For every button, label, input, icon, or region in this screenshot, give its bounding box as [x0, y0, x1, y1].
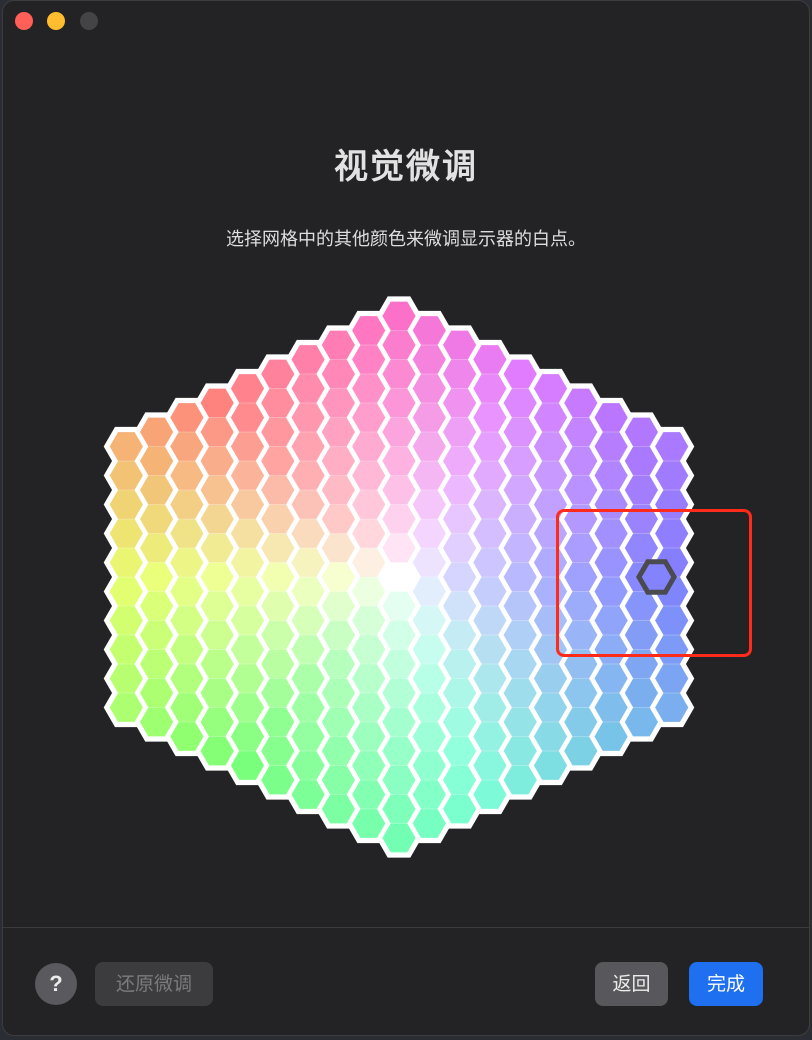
done-button[interactable]: 完成: [689, 962, 763, 1006]
visual-tuning-window: 视觉微调 选择网格中的其他颜色来微调显示器的白点。 ? 还原微调 返回 完成: [2, 0, 810, 1036]
annotation-highlight-box: [556, 509, 752, 657]
back-button[interactable]: 返回: [595, 962, 668, 1006]
help-button[interactable]: ?: [35, 963, 77, 1005]
footer-divider: [3, 927, 809, 928]
restore-tuning-button: 还原微调: [95, 962, 213, 1006]
